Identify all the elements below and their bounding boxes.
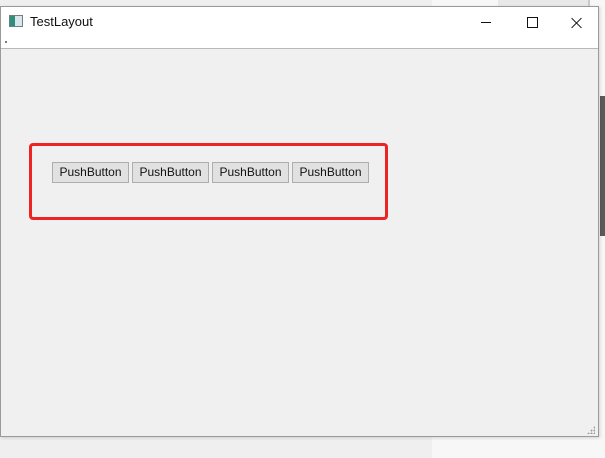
horizontal-layout: PushButton PushButton PushButton PushBut…: [52, 162, 369, 183]
push-button-4[interactable]: PushButton: [292, 162, 369, 183]
window-title: TestLayout: [30, 14, 93, 29]
desktop: TestLayout PushButton PushButton PushBut…: [0, 0, 605, 458]
minimize-icon: [481, 21, 491, 23]
menu-bar[interactable]: [1, 37, 598, 49]
maximize-icon: [526, 16, 538, 28]
maximize-button[interactable]: [509, 7, 555, 37]
push-button-1[interactable]: PushButton: [52, 162, 129, 183]
push-button-3[interactable]: PushButton: [212, 162, 289, 183]
size-grip-icon[interactable]: [587, 426, 595, 434]
minimize-button[interactable]: [463, 7, 509, 37]
push-button-2[interactable]: PushButton: [132, 162, 209, 183]
app-window: TestLayout PushButton PushButton PushBut…: [0, 6, 599, 437]
background-window-scrollbar: [600, 96, 605, 236]
close-icon: [571, 17, 582, 28]
menu-bar-handle: [5, 41, 7, 43]
close-button[interactable]: [553, 7, 599, 37]
title-bar[interactable]: TestLayout: [1, 7, 598, 37]
app-window-icon[interactable]: [9, 15, 23, 27]
central-widget: PushButton PushButton PushButton PushBut…: [1, 49, 598, 436]
